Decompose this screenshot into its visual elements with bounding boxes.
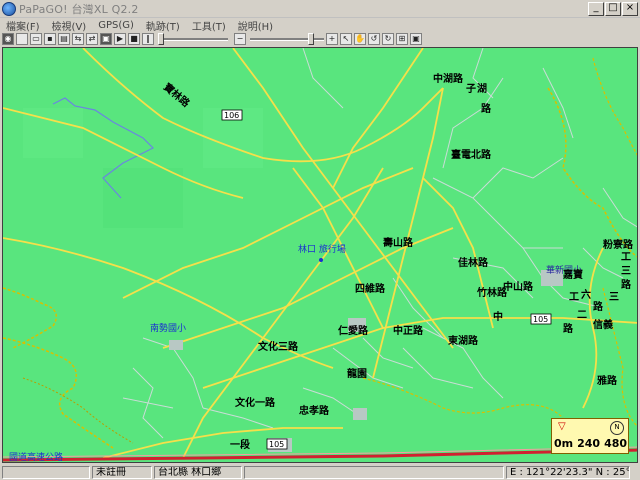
close-button[interactable]: × [622,2,638,16]
road-label: 信義 [593,318,613,331]
route-shield: 106 [221,109,243,121]
road-label: 四維路 [355,282,386,295]
road-label: 佳林路 [458,256,489,269]
road-label: 路 [621,278,632,291]
zoom-slider-thumb[interactable] [308,33,314,45]
poi-marker[interactable] [319,258,323,262]
speed-slider-track [158,38,228,41]
road-label: 文化三路 [258,340,299,353]
map-canvas[interactable]: 106 105 105 林口 旅行場 南勢國小 華新國小 龍園 寶林路 中湖路 … [3,48,638,463]
pause-icon[interactable]: ‖ [142,33,154,45]
road-label: 雅路 [597,374,618,387]
menu-track[interactable]: 軌跡(T) [140,18,186,33]
building-block [353,408,367,420]
menu-help[interactable]: 說明(H) [232,18,279,33]
scale-number: 0m [554,437,574,450]
poi-label[interactable]: 南勢國小 [150,322,186,334]
menu-file[interactable]: 檔案(F) [0,18,46,33]
import-icon[interactable]: ⇆ [72,33,84,45]
map-view[interactable]: 106 105 105 林口 旅行場 南勢國小 華新國小 龍園 寶林路 中湖路 … [2,47,638,463]
road-label: 路 [593,300,604,313]
road-label: 中正路 [393,324,424,337]
route-shield: 105 [530,313,552,325]
road-label: 中湖路 [433,72,464,85]
road-label: 工 [569,292,579,303]
window-controls: _ □ × [588,2,638,16]
road-label: 嘉寶 [562,268,583,281]
zoom-slider[interactable] [250,33,324,45]
region-status: 台北縣 林口鄉 [154,465,242,479]
road-label: 工 [621,252,631,263]
road-label: 路 [563,322,574,335]
maximize-button[interactable]: □ [605,2,621,16]
coordinates: E : 121°22'23.3" N : 25°04'58.1" [506,465,630,479]
stop-icon[interactable]: ■ [128,33,140,45]
road-label: 粉寮路 [603,238,634,251]
road-label: 中 [493,310,503,323]
zoom-in-icon[interactable]: + [326,33,338,45]
svg-text:105: 105 [269,440,284,449]
compass-icon[interactable]: N [610,421,624,435]
minimize-button[interactable]: _ [588,2,604,16]
menu-view[interactable]: 檢視(V) [46,18,93,33]
svg-text:105: 105 [533,315,548,324]
menu-gps[interactable]: GPS(G) [92,20,140,31]
poi-label[interactable]: 龍園 [347,367,367,380]
road-label: 三 [621,265,631,277]
building-block [169,340,183,350]
route-shield: 105 [266,438,288,450]
status-blank [244,465,504,479]
location-pin-icon[interactable]: ▽ [558,421,566,432]
road-label: 文化一路 [235,396,276,409]
toolbar: ◉ ▭ ▪ ▤ ⇆ ⇄ ▣ ▶ ■ ‖ − + ↖ ✋ ↺ ↻ ⊞ ▣ [0,32,640,46]
window-title: PaPaGO! 台灣XL Q2.2 [19,2,139,16]
speed-slider[interactable] [158,33,228,45]
export-icon[interactable]: ⇄ [86,33,98,45]
road-label: 路 [481,102,492,115]
road-label: 忠孝路 [299,404,330,417]
new-file-icon[interactable] [16,33,28,45]
hand-pan-icon[interactable]: ✋ [354,33,366,45]
pointer-icon[interactable]: ↖ [340,33,352,45]
scale-number: 480 [604,437,628,450]
scale-bar: ▽ N 0m 240 480 [551,418,629,454]
speed-slider-thumb[interactable] [158,33,164,45]
scale-number: 240 [577,437,601,450]
road-label: 東湖路 [448,334,479,347]
status-bar: 未註冊 台北縣 林口鄉 E : 121°22'23.3" N : 25°04'5… [0,464,640,480]
rotate-left-icon[interactable]: ↺ [368,33,380,45]
title-bar: PaPaGO! 台灣XL Q2.2 _ □ × [0,0,640,18]
zoom-out-icon[interactable]: − [234,33,246,45]
gps-icon[interactable]: ◉ [2,33,14,45]
road-label: 三 [609,291,619,303]
road-label: 臺電北路 [451,148,492,161]
land-area [3,48,637,462]
play-icon[interactable]: ▶ [114,33,126,45]
open-folder-icon[interactable]: ▭ [30,33,42,45]
freeway-label: 國道高速公路 [9,451,63,463]
rotate-right-icon[interactable]: ↻ [382,33,394,45]
registration-status: 未註冊 [92,465,152,479]
fullscreen-icon[interactable]: ▣ [410,33,422,45]
status-left [2,465,90,479]
poi-label[interactable]: 林口 旅行場 [298,243,346,255]
save-icon[interactable]: ▪ [44,33,56,45]
road-label: 二 [577,309,587,321]
papago-app-icon[interactable] [2,1,16,16]
road-label: 湖 [477,82,487,95]
road-label: 仁愛路 [338,324,369,337]
road-label: 中山路 [503,280,534,293]
road-label: 壽山路 [383,236,414,249]
menu-bar: 檔案(F) 檢視(V) GPS(G) 軌跡(T) 工具(T) 說明(H) [0,18,640,33]
road-label: 一段 [230,438,250,451]
measure-icon[interactable]: ⊞ [396,33,408,45]
screenshot-icon[interactable]: ▣ [100,33,112,45]
road-label: 子 [466,83,476,95]
menu-tools[interactable]: 工具(T) [186,18,232,33]
road-label: 六 [581,288,591,301]
road-label: 竹林路 [476,286,508,299]
terrain-patch [103,168,183,228]
print-icon[interactable]: ▤ [58,33,70,45]
svg-text:106: 106 [224,111,239,120]
